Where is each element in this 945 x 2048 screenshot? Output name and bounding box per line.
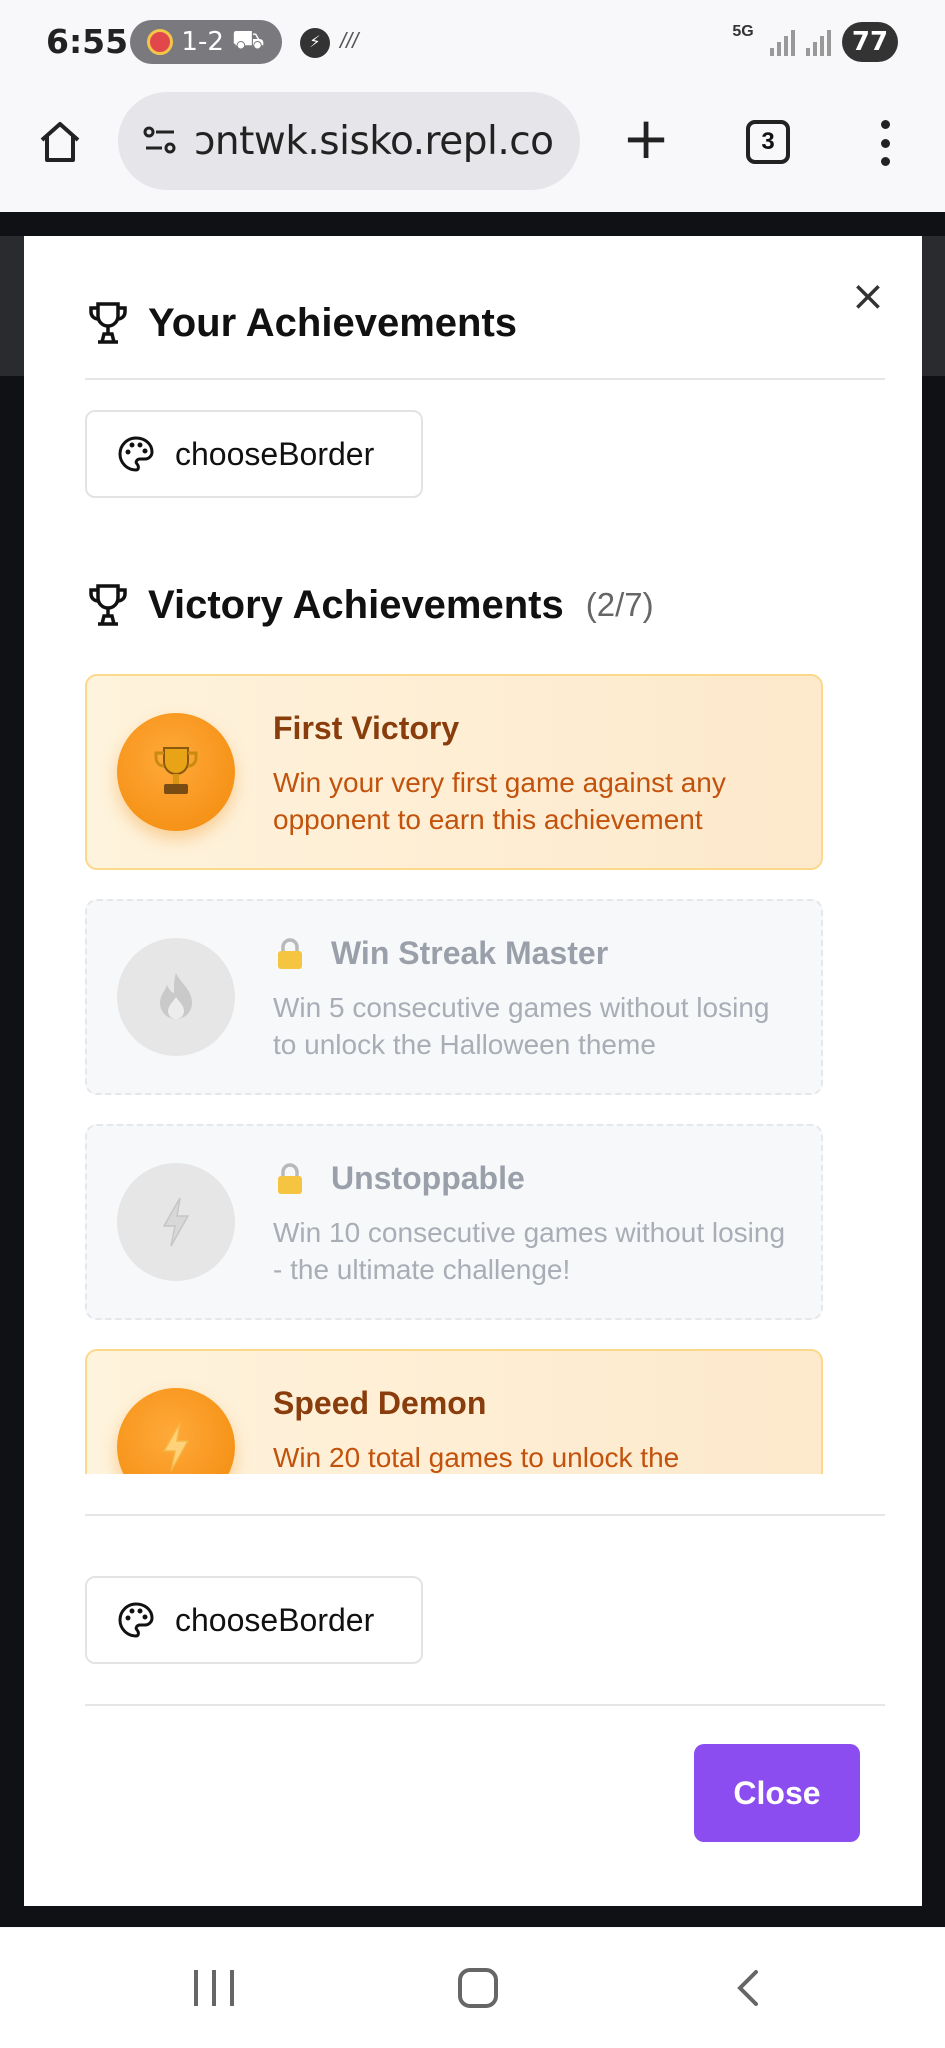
victory-count: (2/7) (585, 586, 654, 623)
choose-border-button[interactable]: chooseBorder (85, 410, 423, 498)
address-bar[interactable]: ɔntwk.sisko.repl.co (118, 92, 580, 190)
your-achievements-title: Your Achievements (148, 300, 518, 345)
vehicle-icon: ⛟ (231, 25, 265, 55)
lock-icon (278, 937, 302, 969)
close-icon[interactable]: × (846, 274, 890, 318)
score-text: 1-2 (181, 27, 224, 57)
your-achievements-heading: Your Achievements (86, 300, 517, 346)
home-button[interactable] (30, 112, 90, 172)
achievement-description: Win 5 consecutive games without losing t… (273, 992, 770, 1060)
trophy-icon (154, 747, 198, 794)
browser-menu-button[interactable] (870, 120, 900, 166)
choose-border-button[interactable]: chooseBorder (85, 1576, 423, 1664)
network-5g-icon: 5G (732, 23, 754, 40)
achievement-card-first-victory: First Victory Win your very first game a… (85, 674, 823, 870)
signal-icon (806, 30, 834, 56)
close-button[interactable]: Close (694, 1744, 860, 1842)
trophy-icon (89, 584, 127, 626)
achievement-description: Win your very first game against any opp… (273, 767, 726, 835)
achievement-card-win-streak-master: Win Streak Master Win 5 consecutive game… (85, 899, 823, 1095)
achievement-badge (117, 1163, 235, 1281)
palette-icon (118, 1602, 154, 1638)
victory-achievements-title: Victory Achievements (148, 582, 564, 627)
recent-apps-button[interactable] (194, 1970, 234, 2006)
victory-achievements-heading: Victory Achievements (2/7) (86, 582, 654, 628)
messenger-icon: ⚡ (300, 28, 330, 58)
achievement-badge (117, 938, 235, 1056)
choose-border-label: chooseBorder (175, 435, 375, 472)
signal-icon (770, 30, 798, 56)
browser-toolbar: ɔntwk.sisko.repl.co + 3 (0, 84, 945, 212)
achievement-title: Win Streak Master (273, 935, 608, 972)
trophy-icon (89, 302, 127, 344)
palette-icon (118, 436, 154, 472)
achievement-description: Win 10 consecutive games without losing … (273, 1217, 786, 1285)
lock-icon (278, 1162, 302, 1194)
status-bar: 6:55 1-2 ⛟ ⚡ /// 5G 77 (0, 0, 945, 84)
achievement-title: Speed Demon (273, 1385, 487, 1421)
lightning-icon (162, 1422, 190, 1472)
notification-dots-icon: /// (340, 28, 359, 53)
url-text: ɔntwk.sisko.repl.co (194, 118, 554, 164)
achievement-card-unstoppable: Unstoppable Win 10 consecutive games wit… (85, 1124, 823, 1320)
status-notification-pill: 1-2 ⛟ (130, 20, 282, 64)
achievement-list[interactable]: First Victory Win your very first game a… (85, 674, 847, 1474)
sports-logo-icon (147, 29, 174, 55)
status-time: 6:55 (46, 22, 129, 61)
achievement-badge (117, 713, 235, 831)
system-navigation-bar (0, 1928, 945, 2048)
home-icon (40, 122, 80, 162)
achievement-description: Win 20 total games to unlock the (273, 1442, 680, 1473)
achievement-title: Unstoppable (273, 1160, 525, 1197)
fire-icon (160, 973, 192, 1019)
divider (85, 1704, 885, 1706)
home-nav-button[interactable] (458, 1968, 498, 2008)
choose-border-label: chooseBorder (175, 1601, 375, 1638)
divider (85, 1514, 885, 1516)
back-icon[interactable] (728, 1968, 768, 2008)
achievement-card-speed-demon: Speed Demon Win 20 total games to unlock… (85, 1349, 823, 1474)
divider (85, 378, 885, 380)
tab-switcher-button[interactable]: 3 (746, 120, 790, 164)
new-tab-button[interactable]: + (616, 109, 676, 170)
achievement-title: First Victory (273, 710, 460, 746)
lightning-icon (162, 1197, 190, 1247)
battery-indicator: 77 (842, 22, 898, 62)
site-settings-icon[interactable] (140, 121, 180, 161)
achievements-modal: × Your Achievements chooseBorder Victory… (24, 236, 922, 1906)
achievement-badge (117, 1388, 235, 1474)
